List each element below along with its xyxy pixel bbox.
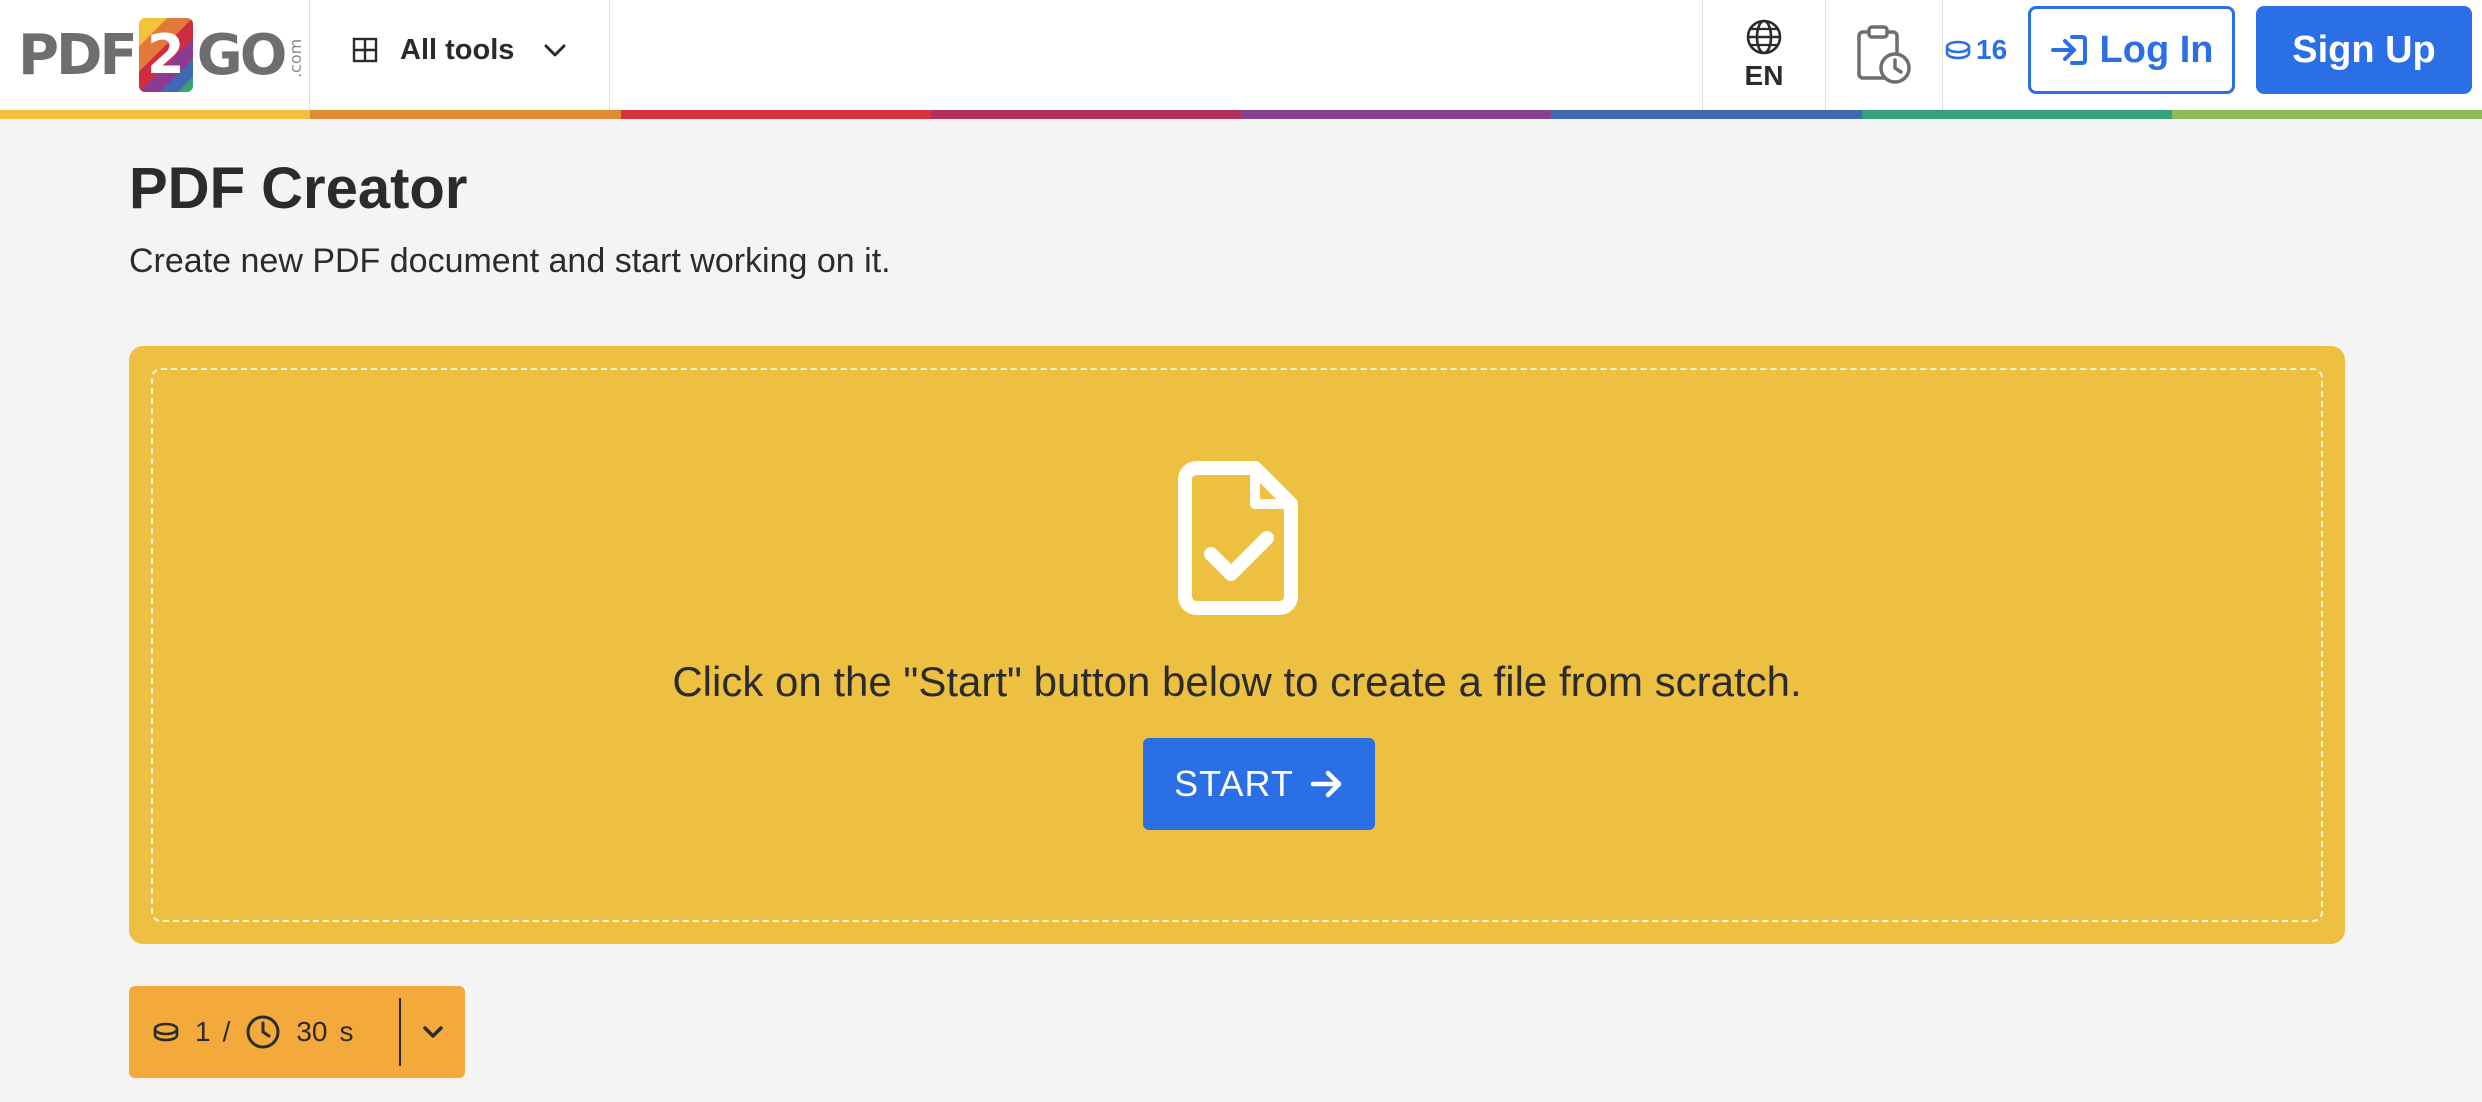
coins-icon <box>1945 40 1971 60</box>
logo-text-go: GO <box>196 22 288 88</box>
all-tools-label: All tools <box>400 33 515 66</box>
logo-digit: 2 <box>146 23 185 86</box>
file-check-icon <box>1178 461 1298 615</box>
instruction-text: Click on the "Start" button below to cre… <box>672 658 1802 705</box>
cost-dropdown-toggle[interactable] <box>401 986 465 1078</box>
chevron-down-icon <box>423 1026 443 1038</box>
credits-count: 16 <box>1976 34 2008 65</box>
signup-button[interactable]: Sign Up <box>2256 6 2472 94</box>
login-button[interactable]: Log In <box>2028 6 2235 94</box>
cost-estimate[interactable]: 1 / 30 s <box>129 986 465 1078</box>
stripe-segment <box>1551 110 1862 119</box>
time-unit: s <box>339 1016 354 1047</box>
stripe-segment <box>2171 110 2482 119</box>
clipboard-clock-icon <box>1857 25 1911 84</box>
cost-separator: / <box>222 1016 231 1047</box>
chevron-down-icon <box>544 44 566 57</box>
stripe-segment <box>1861 110 2172 119</box>
language-selector[interactable]: EN <box>1703 0 1825 110</box>
logo-text-pdf: PDF <box>18 22 138 88</box>
time-value: 30 <box>296 1016 328 1047</box>
start-button[interactable]: START <box>1143 738 1375 830</box>
logo-badge: 2 <box>138 18 193 92</box>
page-subtitle: Create new PDF document and start workin… <box>129 242 891 280</box>
logo-suffix: .com <box>286 38 306 78</box>
grid-icon <box>352 37 378 63</box>
all-tools-menu[interactable]: All tools <box>310 20 610 80</box>
arrow-right-icon <box>1310 770 1342 798</box>
credit-cost: 1 <box>195 1016 211 1047</box>
stripe-segment <box>1241 110 1552 119</box>
login-label: Log In <box>2099 28 2214 71</box>
stripe-segment <box>930 110 1241 119</box>
stripe-segment <box>310 110 621 119</box>
coins-icon <box>153 1022 179 1042</box>
create-file-panel: Click on the "Start" button below to cre… <box>129 346 2345 944</box>
clock-icon <box>246 1015 280 1049</box>
rainbow-stripe <box>0 110 2482 119</box>
signup-label: Sign Up <box>2292 28 2436 71</box>
top-header: PDF 2 GO .com All tools EN 16 Log In Sig… <box>0 0 2482 110</box>
globe-icon <box>1746 19 1782 55</box>
language-code: EN <box>1744 60 1784 91</box>
cost-credits: 1 / <box>151 1016 230 1048</box>
page-title: PDF Creator <box>129 156 468 221</box>
dashed-drop-area: Click on the "Start" button below to cre… <box>151 368 2323 922</box>
sign-in-icon <box>2050 35 2087 65</box>
header-divider <box>1942 0 1943 110</box>
stripe-segment <box>0 110 311 119</box>
cost-time: 30 s <box>244 1013 354 1051</box>
start-label: START <box>1174 763 1294 804</box>
pdf2go-logo[interactable]: PDF 2 GO .com <box>18 12 305 98</box>
header-divider <box>609 0 610 110</box>
stripe-segment <box>620 110 931 119</box>
credits-indicator[interactable]: 16 <box>1944 30 2007 70</box>
history-button[interactable] <box>1826 0 1942 110</box>
